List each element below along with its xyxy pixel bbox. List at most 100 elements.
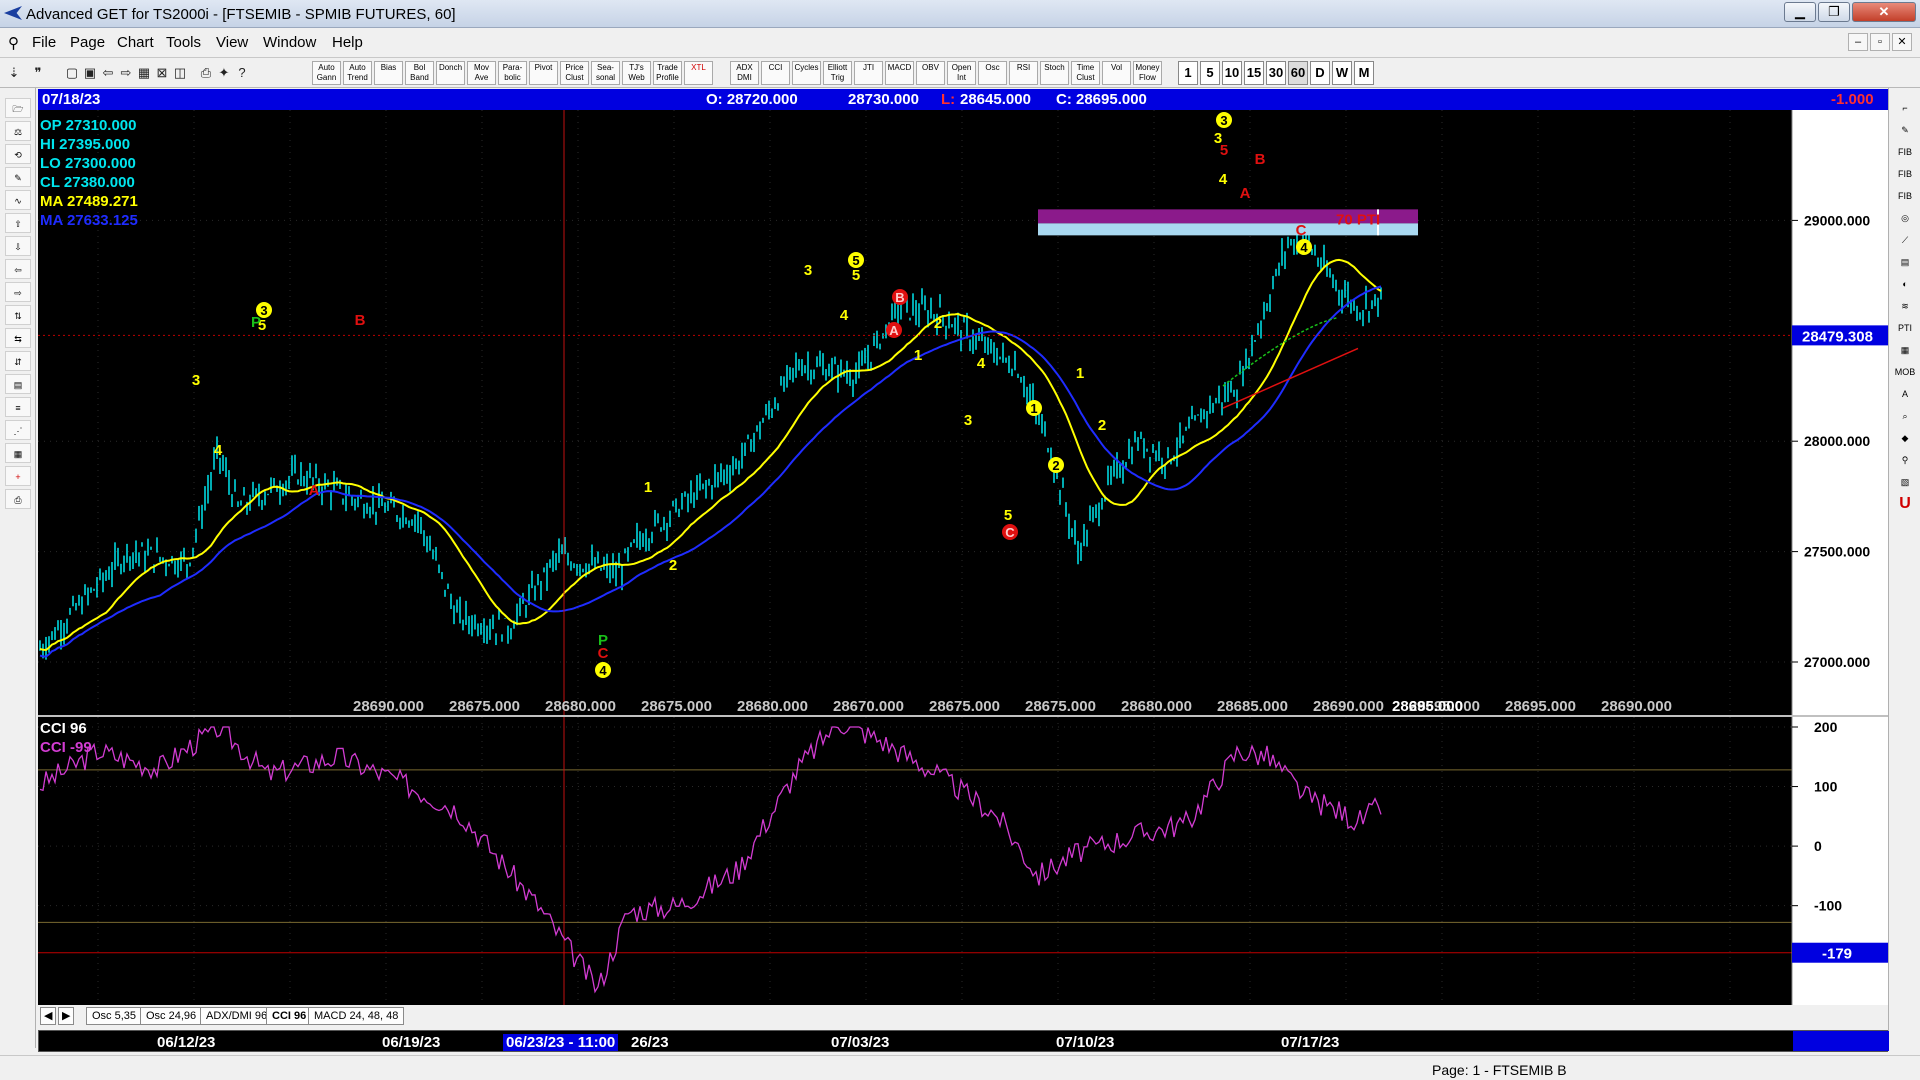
tab-osc-5-35[interactable]: Osc 5,35 xyxy=(86,1007,143,1025)
table-tool-icon[interactable]: ▤ xyxy=(5,374,31,394)
tab-scroll-left[interactable]: ◀ xyxy=(40,1007,56,1025)
target-tool-icon[interactable]: ◎ xyxy=(1893,208,1917,228)
next-icon[interactable]: ⇨ xyxy=(116,62,136,84)
text-tool-icon[interactable]: A xyxy=(1893,384,1917,404)
pin-tool-icon[interactable]: ⚲ xyxy=(1893,450,1917,470)
open-tool-icon[interactable]: 🗁 xyxy=(5,98,31,118)
timeframe-button[interactable]: 1 xyxy=(1178,61,1198,85)
arrow-icon[interactable]: ⇣ xyxy=(4,62,24,84)
crosshair-tool-icon[interactable]: + xyxy=(5,466,31,486)
menu-page[interactable]: Page xyxy=(70,34,105,51)
study-button[interactable]: Price Clust xyxy=(560,61,589,85)
mdi-restore-button[interactable]: ▫ xyxy=(1870,33,1890,51)
grid-tool-icon[interactable]: ▦ xyxy=(1893,340,1917,360)
open-icon[interactable]: ▣ xyxy=(80,62,100,84)
study-button[interactable]: MACD xyxy=(885,61,914,85)
mdi-minimize-button[interactable]: – xyxy=(1848,33,1868,51)
study-button[interactable]: Time Clust xyxy=(1071,61,1100,85)
fib-time-tool-icon[interactable]: FIB xyxy=(1893,186,1917,206)
timeframe-button[interactable]: D xyxy=(1310,61,1330,85)
study-button[interactable]: Auto Trend xyxy=(343,61,372,85)
menu-file[interactable]: File xyxy=(32,34,56,51)
prev-icon[interactable]: ⇦ xyxy=(98,62,118,84)
study-button[interactable]: Vol xyxy=(1102,61,1131,85)
study-button[interactable]: Auto Gann xyxy=(312,61,341,85)
timeframe-button[interactable]: 15 xyxy=(1244,61,1264,85)
study-button[interactable]: Elliott Trig xyxy=(823,61,852,85)
zoom-tool-icon[interactable]: ⌕ xyxy=(1893,406,1917,426)
mdi-close-button[interactable]: ✕ xyxy=(1892,33,1912,51)
timeframe-button[interactable]: 60 xyxy=(1288,61,1308,85)
study-button[interactable]: Bias xyxy=(374,61,403,85)
fib-ret-tool-icon[interactable]: FIB xyxy=(1893,142,1917,162)
mob-tool-icon[interactable]: MOB xyxy=(1893,362,1917,382)
cci-panel[interactable]: 200 100 0 -100 -179 CCI 96 CCI -99 xyxy=(38,715,1888,1005)
timeframe-button[interactable]: M xyxy=(1354,61,1374,85)
tab-scroll-right[interactable]: ▶ xyxy=(58,1007,74,1025)
study-button[interactable]: Stoch xyxy=(1040,61,1069,85)
study-button[interactable]: ADX DMI xyxy=(730,61,759,85)
elliott-tool-icon[interactable]: ∿ xyxy=(5,190,31,210)
gann-tool-icon[interactable]: ⋰ xyxy=(5,420,31,440)
menu-help[interactable]: Help xyxy=(332,34,363,51)
wave-tool-icon[interactable]: ≋ xyxy=(1893,296,1917,316)
right-tool-icon[interactable]: ⇨ xyxy=(5,282,31,302)
timeframe-button[interactable]: W xyxy=(1332,61,1352,85)
up-tool-icon[interactable]: ⇧ xyxy=(5,213,31,233)
pin-icon[interactable]: ⚲ xyxy=(8,34,19,52)
study-button[interactable]: XTL xyxy=(684,61,713,85)
down-tool-icon[interactable]: ⇩ xyxy=(5,236,31,256)
study-button[interactable]: Donch xyxy=(436,61,465,85)
print-icon[interactable]: ⎙ xyxy=(196,62,216,84)
grid-icon[interactable]: ▦ xyxy=(134,62,154,84)
study-button[interactable]: Money Flow xyxy=(1133,61,1162,85)
print-tool-icon[interactable]: ⎙ xyxy=(5,489,31,509)
study-button[interactable]: Open Int xyxy=(947,61,976,85)
lines-tool-icon[interactable]: ≡ xyxy=(5,397,31,417)
study-button[interactable]: Cycles xyxy=(792,61,821,85)
study-button[interactable]: RSI xyxy=(1009,61,1038,85)
tab-macd[interactable]: MACD 24, 48, 48 xyxy=(308,1007,405,1025)
minimize-button[interactable]: ▁ xyxy=(1784,2,1816,22)
menu-tools[interactable]: Tools xyxy=(166,34,201,51)
tab-adx-dmi[interactable]: ADX/DMI 96 xyxy=(200,1007,274,1025)
study-button[interactable]: Osc xyxy=(978,61,1007,85)
timeframe-button[interactable]: 5 xyxy=(1200,61,1220,85)
left-tool-icon[interactable]: ⇦ xyxy=(5,259,31,279)
restore-button[interactable]: ❐ xyxy=(1818,2,1850,22)
trend-tool-icon[interactable]: ⟋ xyxy=(1893,230,1917,250)
study-tool-icon[interactable]: ✎ xyxy=(5,167,31,187)
study-button[interactable]: Mov Ave xyxy=(467,61,496,85)
diamond-tool-icon[interactable]: ◆ xyxy=(1893,428,1917,448)
scale-tool-icon[interactable]: ⚖ xyxy=(5,121,31,141)
study-button[interactable]: CCI xyxy=(761,61,790,85)
study-button[interactable]: Para-bolic xyxy=(498,61,527,85)
study-button[interactable]: JTI xyxy=(854,61,883,85)
expand-tool-icon[interactable]: ⇆ xyxy=(5,328,31,348)
channel-tool-icon[interactable]: ▤ xyxy=(1893,252,1917,272)
quote-icon[interactable]: ❞ xyxy=(28,62,48,84)
study-button[interactable]: Trade Profile xyxy=(653,61,682,85)
menu-window[interactable]: Window xyxy=(263,34,316,51)
tab-cci-96[interactable]: CCI 96 xyxy=(266,1007,313,1025)
new-page-icon[interactable]: ▢ xyxy=(62,62,82,84)
study-button[interactable]: Bol Band xyxy=(405,61,434,85)
timeframe-button[interactable]: 30 xyxy=(1266,61,1286,85)
pti-tool-icon[interactable]: PTI xyxy=(1893,318,1917,338)
study-button[interactable]: OBV xyxy=(916,61,945,85)
pointer-tool-icon[interactable]: ⌐ xyxy=(1893,98,1917,118)
compress-tool-icon[interactable]: ⇅ xyxy=(5,305,31,325)
tab-osc-24-96[interactable]: Osc 24,96 xyxy=(140,1007,203,1025)
pencil-tool-icon[interactable]: ✎ xyxy=(1893,120,1917,140)
fit-tool-icon[interactable]: ⇵ xyxy=(5,351,31,371)
lightbulb-icon[interactable]: ✦ xyxy=(214,62,234,84)
price-chart[interactable]: 29000.000 28000.000 27500.000 27000.000 70 P… xyxy=(38,110,1888,715)
study-button[interactable]: TJ's Web xyxy=(622,61,651,85)
close-button[interactable]: ✕ xyxy=(1852,2,1916,22)
menu-chart[interactable]: Chart xyxy=(117,34,154,51)
timeframe-button[interactable]: 10 xyxy=(1222,61,1242,85)
study-button[interactable]: Pivot xyxy=(529,61,558,85)
cross-icon[interactable]: ⊠ xyxy=(152,62,172,84)
study-button[interactable]: Sea-sonal xyxy=(591,61,620,85)
fib-tool-icon[interactable]: ▦ xyxy=(5,443,31,463)
